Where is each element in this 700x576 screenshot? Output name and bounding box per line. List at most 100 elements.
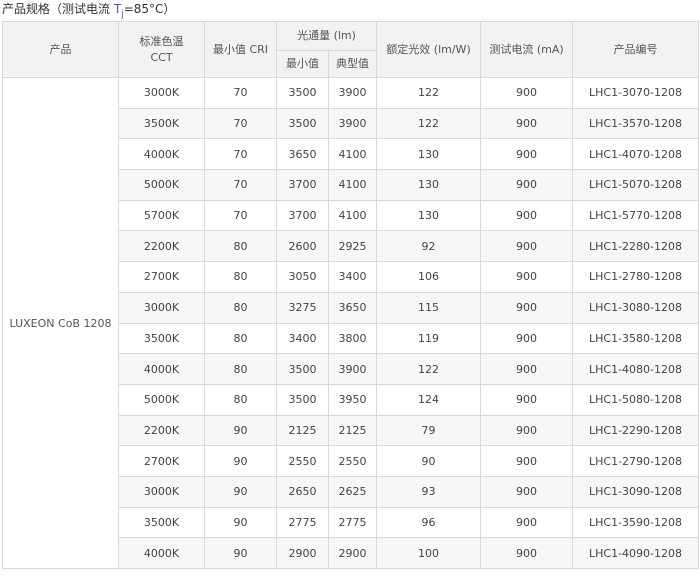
current-cell: 900 — [480, 138, 574, 171]
efficacy-cell: 100 — [376, 537, 482, 569]
current-cell: 900 — [480, 414, 574, 447]
header-flux-min: 最小值 — [276, 50, 329, 78]
current-cell: 900 — [480, 537, 574, 569]
flux-typ-cell: 2900 — [327, 537, 378, 569]
cri-cell: 80 — [204, 291, 277, 324]
current-cell: 900 — [480, 169, 574, 201]
flux-typ-cell: 3400 — [327, 261, 378, 293]
flux-typ-cell: 3900 — [327, 353, 378, 385]
table-body: LUXEON CoB 1208 3000K 70 3500 3900 122 900 LHC1… — [2, 77, 700, 569]
cri-cell: 90 — [204, 475, 277, 508]
part-number-cell: LHC1-5080-1208 — [572, 383, 700, 416]
flux-min-cell: 2900 — [276, 537, 329, 569]
efficacy-cell: 130 — [376, 169, 482, 201]
efficacy-cell: 115 — [376, 291, 482, 324]
cri-cell: 70 — [204, 169, 277, 201]
header-efficacy: 额定光效 (lm/W) — [376, 21, 482, 78]
flux-min-cell: 3500 — [276, 77, 329, 109]
part-number-cell: LHC1-4090-1208 — [572, 537, 700, 569]
cct-cell: 2200K — [118, 230, 205, 263]
cct-cell: 4000K — [118, 138, 205, 171]
efficacy-cell: 130 — [376, 138, 482, 171]
cct-cell: 4000K — [118, 537, 205, 569]
flux-typ-cell: 3900 — [327, 107, 378, 140]
cri-cell: 80 — [204, 230, 277, 263]
efficacy-cell: 119 — [376, 322, 482, 355]
efficacy-cell: 122 — [376, 77, 482, 109]
current-cell: 900 — [480, 77, 574, 109]
header-product: 产品 — [2, 21, 119, 78]
cct-cell: 5700K — [118, 199, 205, 232]
cri-cell: 70 — [204, 77, 277, 109]
efficacy-cell: 79 — [376, 414, 482, 447]
cct-cell: 2700K — [118, 261, 205, 293]
flux-min-cell: 3275 — [276, 291, 329, 324]
cri-cell: 80 — [204, 261, 277, 293]
flux-min-cell: 2775 — [276, 506, 329, 539]
cct-cell: 5000K — [118, 169, 205, 201]
part-number-cell: LHC1-5070-1208 — [572, 169, 700, 201]
flux-min-cell: 3700 — [276, 199, 329, 232]
flux-min-cell: 3650 — [276, 138, 329, 171]
header-flux-typ: 典型值 — [327, 50, 378, 78]
flux-typ-cell: 2125 — [327, 414, 378, 447]
efficacy-cell: 93 — [376, 475, 482, 508]
part-number-cell: LHC1-4070-1208 — [572, 138, 700, 171]
cct-cell: 3500K — [118, 322, 205, 355]
cct-cell: 2700K — [118, 445, 205, 477]
cri-cell: 90 — [204, 445, 277, 477]
flux-min-cell: 2550 — [276, 445, 329, 477]
cri-cell: 70 — [204, 138, 277, 171]
flux-min-cell: 2650 — [276, 475, 329, 508]
spec-table: 产品 标准色温 CCT 最小值 CRI 光通量 (lm) 额定光效 (lm/W) … — [2, 21, 700, 569]
cct-cell: 5000K — [118, 383, 205, 416]
flux-min-cell: 3500 — [276, 353, 329, 385]
flux-typ-cell: 2550 — [327, 445, 378, 477]
part-number-cell: LHC1-3070-1208 — [572, 77, 700, 109]
current-cell: 900 — [480, 445, 574, 477]
header-current: 测试电流 (mA) — [480, 21, 574, 78]
part-number-cell: LHC1-2780-1208 — [572, 261, 700, 293]
efficacy-cell: 124 — [376, 383, 482, 416]
flux-min-cell: 3700 — [276, 169, 329, 201]
flux-min-cell: 3500 — [276, 107, 329, 140]
flux-typ-cell: 4100 — [327, 138, 378, 171]
flux-min-cell: 3500 — [276, 383, 329, 416]
tj-symbol: Tj — [113, 2, 124, 20]
part-number-cell: LHC1-3080-1208 — [572, 291, 700, 324]
cct-cell: 3000K — [118, 475, 205, 508]
cri-cell: 80 — [204, 383, 277, 416]
product-name-cell: LUXEON CoB 1208 — [2, 77, 119, 569]
cri-cell: 80 — [204, 353, 277, 385]
current-cell: 900 — [480, 383, 574, 416]
efficacy-cell: 122 — [376, 353, 482, 385]
part-number-cell: LHC1-2280-1208 — [572, 230, 700, 263]
header-cct: 标准色温 CCT — [118, 21, 205, 78]
current-cell: 900 — [480, 506, 574, 539]
flux-typ-cell: 2625 — [327, 475, 378, 508]
header-flux: 光通量 (lm) — [275, 21, 378, 51]
header-cri: 最小值 CRI — [204, 21, 277, 78]
part-number-cell: LHC1-3590-1208 — [572, 506, 700, 539]
efficacy-cell: 122 — [376, 107, 482, 140]
part-number-cell: LHC1-3570-1208 — [572, 107, 700, 140]
flux-typ-cell: 2925 — [327, 230, 378, 263]
cct-cell: 4000K — [118, 353, 205, 385]
table-row: LUXEON CoB 1208 3000K 70 3500 3900 122 900 LHC1… — [2, 77, 700, 569]
current-cell: 900 — [480, 261, 574, 293]
cri-cell: 90 — [204, 414, 277, 447]
flux-typ-cell: 3800 — [327, 322, 378, 355]
cct-cell: 2200K — [118, 414, 205, 447]
cct-cell: 3500K — [118, 107, 205, 140]
flux-typ-cell: 3900 — [327, 77, 378, 109]
flux-typ-cell: 3650 — [327, 291, 378, 324]
header-part-number: 产品编号 — [572, 21, 700, 78]
efficacy-cell: 92 — [376, 230, 482, 263]
cri-cell: 90 — [204, 506, 277, 539]
flux-min-cell: 2125 — [276, 414, 329, 447]
flux-min-cell: 3400 — [276, 322, 329, 355]
cct-cell: 3500K — [118, 506, 205, 539]
flux-typ-cell: 3950 — [327, 383, 378, 416]
cri-cell: 70 — [204, 107, 277, 140]
part-number-cell: LHC1-2790-1208 — [572, 445, 700, 477]
